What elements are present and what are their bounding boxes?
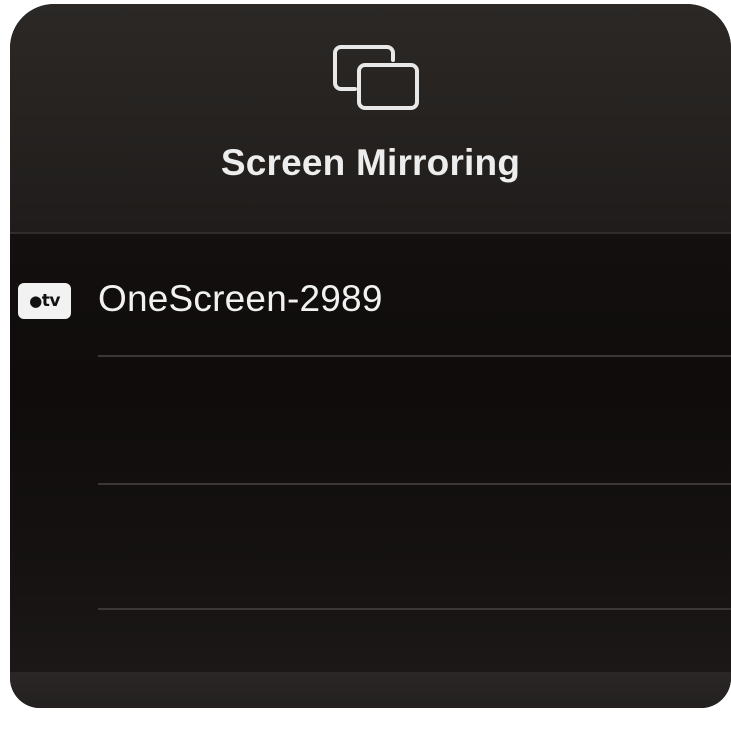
apple-tv-icon-label: ●tv [29,291,60,311]
apple-tv-icon: ●tv [18,283,71,319]
screen-mirroring-panel: Screen Mirroring ●tv OneScreen-2989 [10,4,731,708]
list-divider [98,355,731,357]
list-divider [98,483,731,485]
bottom-band [10,672,731,708]
device-row-onescreen[interactable]: ●tv OneScreen-2989 [10,240,731,355]
list-divider [98,608,731,610]
device-name: OneScreen-2989 [98,278,383,319]
empty-device-row [10,488,731,608]
screen-mirroring-icon [333,45,419,110]
header-divider [10,232,731,234]
panel-header: Screen Mirroring [10,4,731,232]
panel-title: Screen Mirroring [220,142,521,183]
empty-device-row [10,360,731,480]
